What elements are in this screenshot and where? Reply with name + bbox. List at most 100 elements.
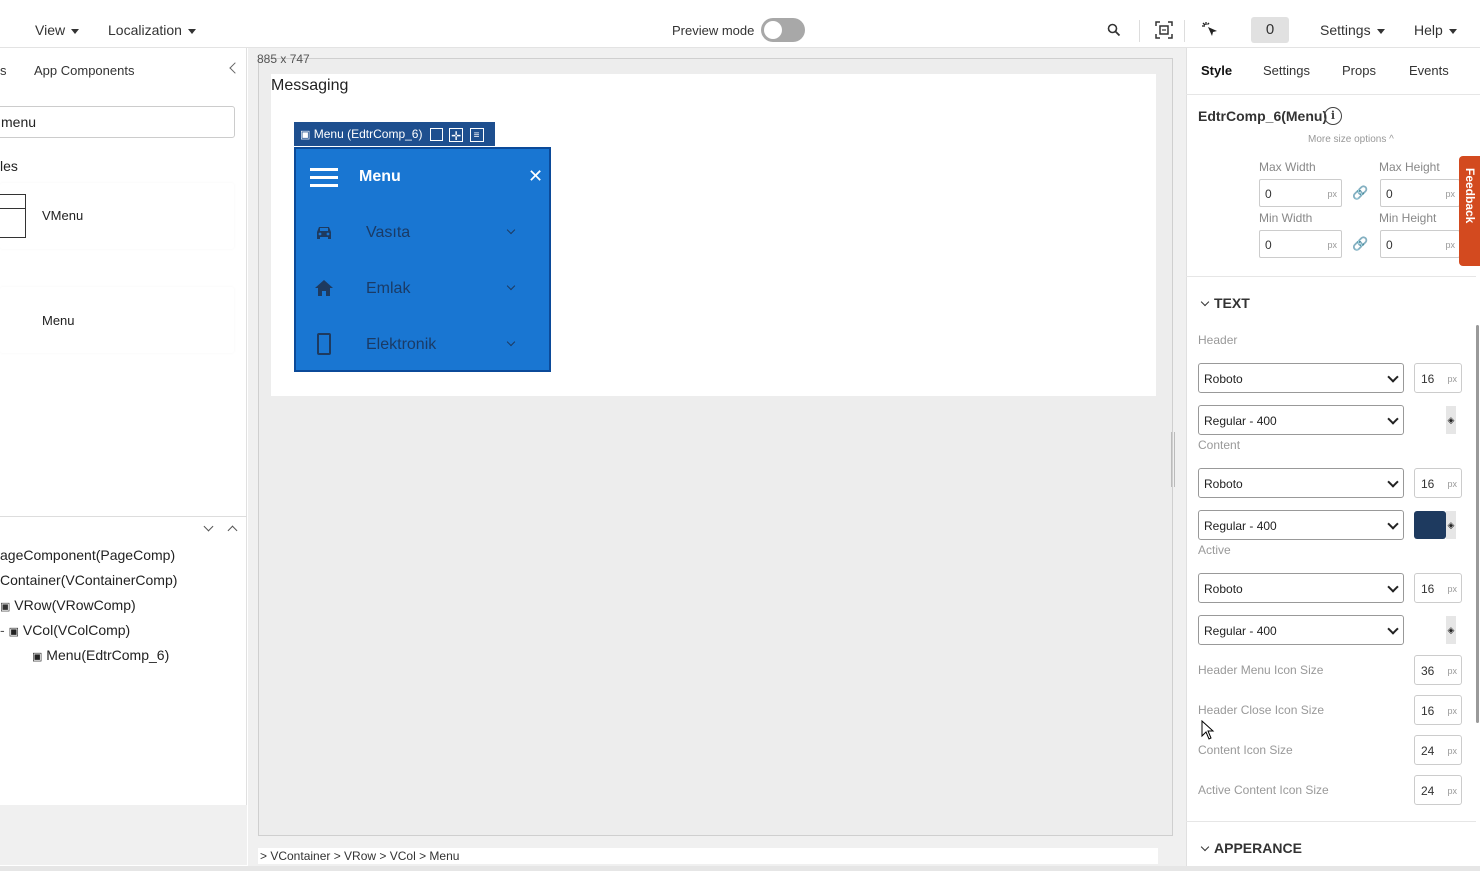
active-font-weight-select[interactable]: Regular - 400 [1198, 615, 1404, 645]
menu-item-vasita[interactable]: Vasıta [366, 224, 410, 242]
tree-node-pagecomponent[interactable]: ageComponent(PageComp) [0, 547, 175, 563]
tree-node-label: VRow(VRowComp) [14, 597, 136, 613]
left-panel-footer [0, 805, 247, 865]
chevron-down-icon[interactable] [506, 225, 516, 235]
max-width-input[interactable]: 0 px [1259, 179, 1342, 207]
localization-menu[interactable]: Localization [108, 22, 196, 38]
tree-structure-icon[interactable]: ≡ [469, 127, 484, 142]
focus-select-icon[interactable] [1153, 19, 1175, 41]
chevron-down-icon [187, 28, 196, 34]
feedback-button[interactable]: Feedback [1459, 156, 1480, 266]
content-font-size-input[interactable]: 16 px [1414, 468, 1462, 498]
link-icon[interactable]: 🔗 [1352, 236, 1368, 252]
menu-item-elektronik[interactable]: Elektronik [366, 336, 436, 354]
move-icon[interactable]: ✛ [449, 127, 464, 143]
header-menu-icon-size-label: Header Menu Icon Size [1198, 663, 1324, 677]
tree-node-label: VCol(VColComp) [22, 622, 131, 638]
tree-node-vcontainer[interactable]: Container(VContainerComp) [0, 572, 177, 588]
section-title: les [0, 158, 18, 174]
paint-bucket-icon[interactable]: ◈ [1446, 511, 1456, 539]
content-icon-size-input[interactable]: 24 px [1414, 735, 1462, 765]
menu-item-emlak[interactable]: Emlak [366, 280, 410, 298]
menu-title: Menu [359, 168, 401, 185]
content-font-family-select[interactable]: Roboto [1198, 468, 1404, 498]
min-width-value: 0 [1265, 238, 1272, 252]
header-color-swatch[interactable] [1414, 406, 1446, 434]
active-color-swatch[interactable] [1414, 616, 1446, 644]
chevron-down-icon [1376, 28, 1385, 34]
divider [1186, 821, 1476, 822]
settings-menu-label: Settings [1320, 22, 1371, 38]
header-font-size-input[interactable]: 16 px [1414, 363, 1462, 393]
header-menu-icon-size-input[interactable]: 36 px [1414, 655, 1462, 685]
search-icon[interactable] [1103, 19, 1125, 41]
header-font-weight-select[interactable]: Regular - 400 [1198, 405, 1404, 435]
tab-components-partial[interactable]: s [0, 63, 7, 78]
component-card-menu[interactable]: Menu [0, 287, 234, 353]
help-menu[interactable]: Help [1414, 22, 1457, 38]
tab-settings[interactable]: Settings [1263, 63, 1310, 78]
hamburger-icon[interactable] [310, 168, 338, 188]
menu-component[interactable]: Menu ✕ Vasıta Emlak Elektronik [294, 147, 551, 372]
breadcrumb: > VContainer > VRow > VCol > Menu [258, 848, 1158, 864]
tab-events[interactable]: Events [1409, 63, 1449, 78]
selection-tag[interactable]: ▣ Menu (EdtrComp_6) ✛ ≡ [294, 122, 495, 146]
view-menu[interactable]: View [35, 22, 80, 38]
header-font-family-select[interactable]: Roboto [1198, 363, 1404, 393]
pointer-click-icon[interactable] [1199, 19, 1221, 41]
properties-scrollbar[interactable] [1476, 325, 1479, 723]
section-title: TEXT [1214, 295, 1250, 311]
resize-handle[interactable] [1171, 432, 1175, 487]
more-size-options-toggle[interactable]: More size options ^ [1308, 134, 1394, 145]
unit-label: px [1445, 240, 1455, 250]
active-font-size-input[interactable]: 16 px [1414, 573, 1462, 603]
max-height-input[interactable]: 0 px [1380, 179, 1460, 207]
content-font-weight-select[interactable]: Regular - 400 [1198, 510, 1404, 540]
content-color-swatch[interactable] [1414, 511, 1446, 539]
count-badge[interactable]: 0 [1251, 17, 1289, 43]
preview-mode-toggle[interactable] [761, 18, 805, 42]
chevron-down-icon [1200, 842, 1210, 852]
feedback-label: Feedback [1463, 168, 1477, 224]
chevron-down-icon[interactable] [506, 281, 516, 291]
settings-menu[interactable]: Settings [1320, 22, 1385, 38]
toolbar-divider [1184, 20, 1185, 42]
min-height-input[interactable]: 0 px [1380, 230, 1460, 258]
component-icon: ▣ [0, 601, 11, 613]
max-width-value: 0 [1265, 187, 1272, 201]
tab-app-components[interactable]: App Components [34, 63, 134, 78]
content-icon-size-label: Content Icon Size [1198, 743, 1293, 757]
active-content-icon-size-input[interactable]: 24 px [1414, 775, 1462, 805]
select-value: Regular - 400 [1204, 414, 1277, 428]
appearance-section-toggle[interactable]: APPERANCE [1200, 840, 1302, 856]
select-value: Regular - 400 [1204, 519, 1277, 533]
size-value: 36 [1421, 664, 1435, 678]
link-icon[interactable]: 🔗 [1352, 185, 1368, 201]
tree-node-vcol[interactable]: - ▣ VCol(VColComp) [0, 622, 130, 638]
component-search-input[interactable]: menu [0, 106, 235, 138]
header-close-icon-size-input[interactable]: 16 px [1414, 695, 1462, 725]
section-title: APPERANCE [1214, 840, 1302, 856]
min-width-input[interactable]: 0 px [1259, 230, 1342, 258]
copy-icon[interactable] [429, 128, 443, 142]
size-value: 24 [1421, 744, 1435, 758]
paint-bucket-icon[interactable]: ◈ [1446, 406, 1456, 434]
max-height-label: Max Height [1379, 160, 1440, 174]
unit-label: px [1447, 746, 1457, 756]
tab-props[interactable]: Props [1342, 63, 1376, 78]
chevron-down-icon[interactable] [506, 337, 516, 347]
info-icon[interactable]: i [1324, 107, 1342, 125]
unit-label: px [1327, 240, 1337, 250]
component-icon: ▣ [300, 129, 311, 141]
divider [1186, 276, 1476, 277]
active-font-family-select[interactable]: Roboto [1198, 573, 1404, 603]
tree-node-menu[interactable]: ▣ Menu(EdtrComp_6) [32, 647, 169, 663]
text-section-toggle[interactable]: TEXT [1200, 295, 1250, 311]
unit-label: px [1447, 374, 1457, 384]
close-icon[interactable]: ✕ [528, 166, 543, 187]
component-card-vmenu[interactable]: VMenu [0, 183, 234, 249]
tab-style[interactable]: Style [1201, 63, 1232, 78]
size-value: 16 [1421, 477, 1435, 491]
paint-bucket-icon[interactable]: ◈ [1446, 616, 1456, 644]
tree-node-vrow[interactable]: ▣ VRow(VRowComp) [0, 597, 136, 613]
